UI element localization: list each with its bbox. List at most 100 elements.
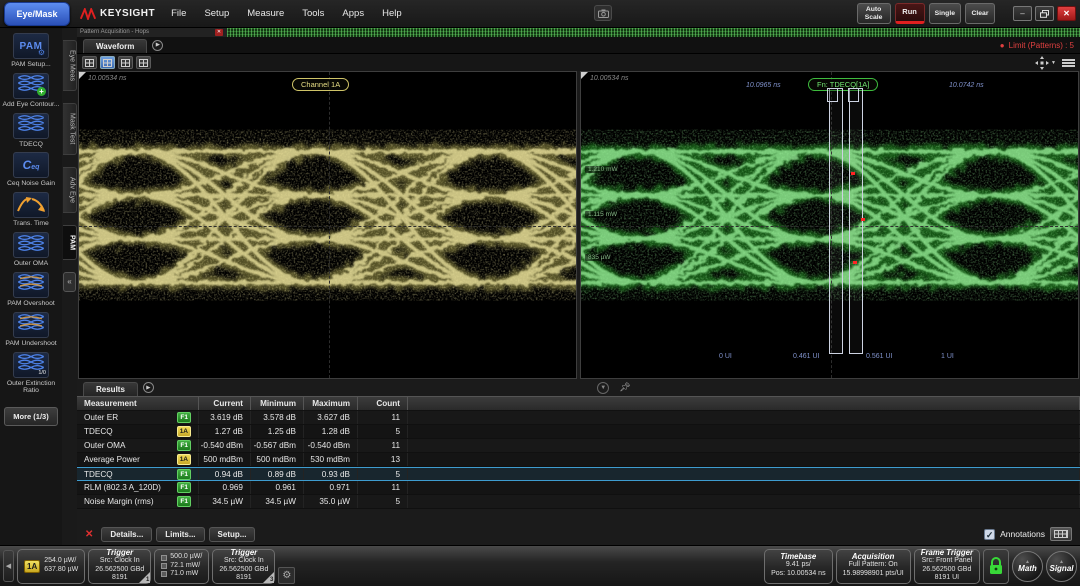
close-button[interactable]: ✕ [1057,6,1076,21]
acquisition-panel[interactable]: Acquisition Full Pattern: On 15.98998901… [836,549,911,584]
count-value: 11 [358,411,408,424]
maximum-value: 530 mdBm [304,453,358,466]
more-tools-button[interactable]: More (1/3) [4,407,57,426]
tdecq-window-right[interactable] [849,88,863,354]
menu-measure[interactable]: Measure [247,8,284,19]
trigger-position-marker-icon [581,72,588,79]
channel-label-pill[interactable]: Channel 1A [292,78,349,91]
pan-tool-button[interactable]: ▼ [1035,56,1056,70]
timebase-panel[interactable]: Timebase 9.41 ps/ Pos: 10.00534 ns [764,549,833,584]
left-eye-panel[interactable]: 10.00534 ns Channel 1A [78,71,577,379]
table-row[interactable]: Outer OMAF1 -0.540 dBm -0.567 dBm -0.540… [77,439,1080,453]
acquisition-mode: Full Pattern: On [843,561,904,570]
col-maximum[interactable]: Maximum [304,397,358,410]
sidebar-item-pam-setup[interactable]: PAM⚙ PAM Setup... [11,33,51,69]
sidebar-item-trans-time[interactable]: Trans. Time [13,192,49,228]
menu-apps[interactable]: Apps [342,8,364,19]
sidebar-item-label: TDECQ [19,141,43,149]
ui-axis-label: 0.561 UI [866,353,892,360]
tab-eye-meas[interactable]: Eye Meas [63,40,77,91]
count-value: 5 [358,425,408,438]
sidebar-item-ceq-noise-gain[interactable]: Ceq Ceq Noise Gain [7,152,55,188]
results-collapse-icon[interactable]: ▼ [597,382,609,394]
col-measurement[interactable]: Measurement [77,397,199,410]
annotations-grid-button[interactable] [1050,527,1072,541]
details-button[interactable]: Details... [101,527,152,542]
annotations-checkbox[interactable]: ✓ [984,529,995,540]
tab-waveform[interactable]: Waveform [83,39,147,53]
tab-results[interactable]: Results [83,382,138,396]
layout-grid-icon [103,59,112,67]
clear-button[interactable]: Clear [965,3,995,24]
panel-title: Timebase [771,553,826,561]
tdecq-window-handle[interactable] [848,88,859,102]
plot-menu-button[interactable] [1062,59,1075,67]
minimize-button[interactable]: – [1013,6,1032,21]
function-label-pill[interactable]: Fn: TDECQ[1A] [808,78,878,91]
layout-quad-button[interactable] [118,56,133,69]
waveform-tab-expand-icon[interactable]: ▶ [152,40,163,51]
background-window-close-icon[interactable]: ✕ [215,29,223,36]
table-row-selected[interactable]: TDECQF1 0.94 dB 0.89 dB 0.93 dB 5 [77,467,1080,481]
tab-pam[interactable]: PAM [63,225,77,260]
channel-1a-panel[interactable]: 1A 254.0 µW/ 637.80 µW [17,549,85,584]
statusbar-scroll-left-button[interactable]: ◀ [3,550,14,582]
table-row[interactable]: TDECQ1A 1.27 dB 1.25 dB 1.28 dB 5 [77,425,1080,439]
table-row[interactable]: Average Power1A 500 mdBm 500 mdBm 530 md… [77,453,1080,467]
table-row[interactable]: Noise Margin (rms)F1 34.5 µW 34.5 µW 35.… [77,495,1080,509]
settings-gear-button[interactable]: ⚙ [278,567,295,584]
table-row[interactable]: RLM (802.3 A_120D)F1 0.969 0.961 0.971 1… [77,481,1080,495]
menu-setup[interactable]: Setup [204,8,229,19]
layout-grid-icon [139,59,148,67]
pan-dropdown-icon[interactable]: ▼ [1051,60,1056,66]
background-window-strip[interactable]: Pattern Acquisition - Hops ✕ [77,28,1080,37]
sidebar-item-outer-oma[interactable]: Outer OMA [13,232,49,268]
tab-adv-eye[interactable]: Adv Eye [63,167,77,213]
maximum-value: 3.627 dB [304,411,358,424]
table-row[interactable]: Outer ERF1 3.619 dB 3.578 dB 3.627 dB 11 [77,411,1080,425]
tdecq-window-handle[interactable] [827,88,838,102]
right-eye-panel[interactable]: 10.00534 ns 10.0965 ns Fn: TDECQ[1A] 10.… [580,71,1079,379]
sidebar-item-outer-extinction-ratio[interactable]: 1/0 Outer Extinction Ratio [2,352,60,396]
source-badge: F1 [177,440,191,451]
layout-single-button[interactable] [82,56,97,69]
layout-split-button[interactable] [100,56,115,69]
sidebar-item-pam-undershoot[interactable]: PAM Undershoot [5,312,56,348]
delete-measurement-icon[interactable]: ✕ [85,529,93,540]
sidebar-item-tdecq[interactable]: TDECQ [13,113,49,149]
auto-scale-button[interactable]: Auto Scale [857,3,891,24]
run-button[interactable]: Run [895,3,925,24]
eye-mask-mode-button[interactable]: Eye/Mask [4,2,70,26]
col-minimum[interactable]: Minimum [251,397,304,410]
single-button[interactable]: Single [929,3,961,24]
tab-mask-test[interactable]: Mask Test [63,103,77,154]
limit-status: ● Limit (Patterns) : 5 [1000,41,1074,50]
menu-file[interactable]: File [171,8,186,19]
setup-button[interactable]: Setup... [209,527,256,542]
restore-button[interactable] [1035,6,1054,21]
function-levels-panel[interactable]: 500.0 µW/ 72.1 mW/ 71.0 mW [154,549,209,584]
math-menu-button[interactable]: ▲Math [1012,551,1043,582]
screenshot-camera-button[interactable] [594,5,612,21]
lock-icon [988,556,1004,576]
menu-help[interactable]: Help [382,8,402,19]
trigger-panel-1[interactable]: Trigger Src: Clock In 26.562500 GBd 8191… [88,549,151,584]
col-count[interactable]: Count [358,397,408,410]
sidebar-collapse-button[interactable]: « [63,272,76,292]
layout-stacked-button[interactable] [136,56,151,69]
menu-tools[interactable]: Tools [302,8,324,19]
results-expand-icon[interactable]: ▶ [143,382,154,393]
signal-menu-button[interactable]: ▲Signal [1046,551,1077,582]
pin-icon[interactable]: 📌︎ [619,382,630,393]
pattern-lock-button[interactable] [983,549,1009,584]
limits-button[interactable]: Limits... [156,527,204,542]
minimum-value: 3.578 dB [251,411,304,424]
timebase-position: Pos: 10.00534 ns [771,570,826,579]
trigger-panel-2[interactable]: Trigger Src: Clock In 26.562500 GBd 8191… [212,549,275,584]
tdecq-window-left[interactable] [829,88,843,354]
col-current[interactable]: Current [199,397,251,410]
sidebar-item-add-eye-contour[interactable]: + Add Eye Contour... [2,73,59,109]
sidebar-item-pam-overshoot[interactable]: PAM Overshoot [7,272,54,308]
trigger-pattern-length: 8191 [95,574,144,583]
frame-trigger-panel[interactable]: Frame Trigger Src: Front Panel 26.562500… [914,549,980,584]
